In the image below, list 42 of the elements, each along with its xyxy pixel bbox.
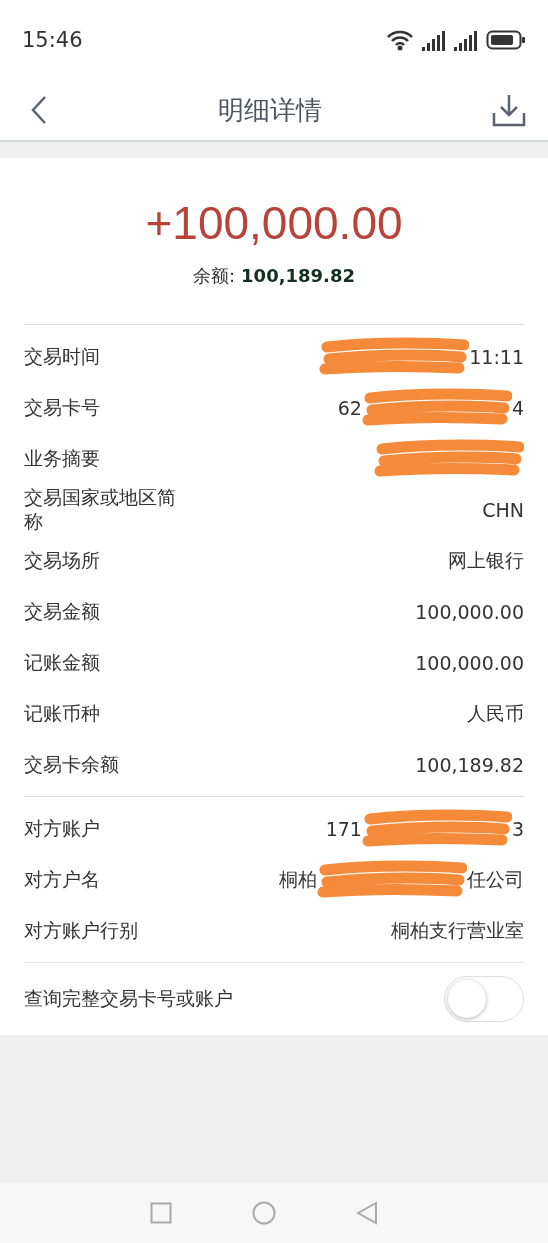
field-value: 任公司	[467, 866, 524, 892]
field-label: 对方账户	[24, 816, 101, 841]
back-triangle-icon[interactable]	[356, 1201, 378, 1225]
balance-label: 余额:	[193, 264, 236, 288]
field-label: 交易国家或地区简称	[24, 485, 177, 534]
toggle-label: 查询完整交易卡号或账户	[24, 986, 233, 1011]
field-value: 3	[511, 817, 524, 840]
wifi-icon	[386, 29, 414, 51]
field-value: CHN	[482, 498, 524, 521]
field-label: 交易场所	[24, 548, 101, 573]
field-value: 人民币	[467, 700, 524, 726]
field-label: 对方账户行别	[24, 918, 139, 943]
battery-icon	[486, 29, 526, 51]
field-label: 业务摘要	[24, 446, 101, 471]
field-label: 交易卡余额	[24, 752, 120, 777]
field-label: 交易卡号	[24, 395, 101, 420]
field-label: 交易金额	[24, 599, 101, 624]
field-label: 对方户名	[24, 867, 101, 892]
page-title: 明细详情	[218, 93, 322, 127]
field-label: 交易时间	[24, 344, 101, 369]
signal-icon	[422, 29, 446, 51]
field-value: 4	[511, 396, 524, 419]
balance-value: 100,189.82	[241, 265, 355, 286]
back-icon[interactable]	[30, 95, 48, 125]
download-icon[interactable]	[492, 93, 526, 127]
field-label: 记账币种	[24, 701, 101, 726]
field-value: 171	[325, 817, 362, 840]
field-value: 11:11	[469, 345, 524, 368]
home-icon[interactable]	[252, 1201, 276, 1225]
field-value: 桐柏支行营业室	[391, 917, 524, 943]
field-value: 100,189.82	[415, 753, 524, 776]
field-value: 桐柏	[279, 866, 317, 892]
status-time: 15:46	[22, 28, 83, 52]
square-icon[interactable]	[150, 1202, 172, 1224]
field-value: 网上银行	[448, 547, 524, 573]
signal-icon	[454, 29, 478, 51]
field-value: 100,000.00	[415, 600, 524, 623]
toggle-switch[interactable]	[444, 976, 524, 1022]
field-value: 62	[337, 396, 362, 419]
field-label: 记账金额	[24, 650, 101, 675]
transaction-amount: +100,000.00	[145, 196, 403, 250]
field-value: 100,000.00	[415, 651, 524, 674]
